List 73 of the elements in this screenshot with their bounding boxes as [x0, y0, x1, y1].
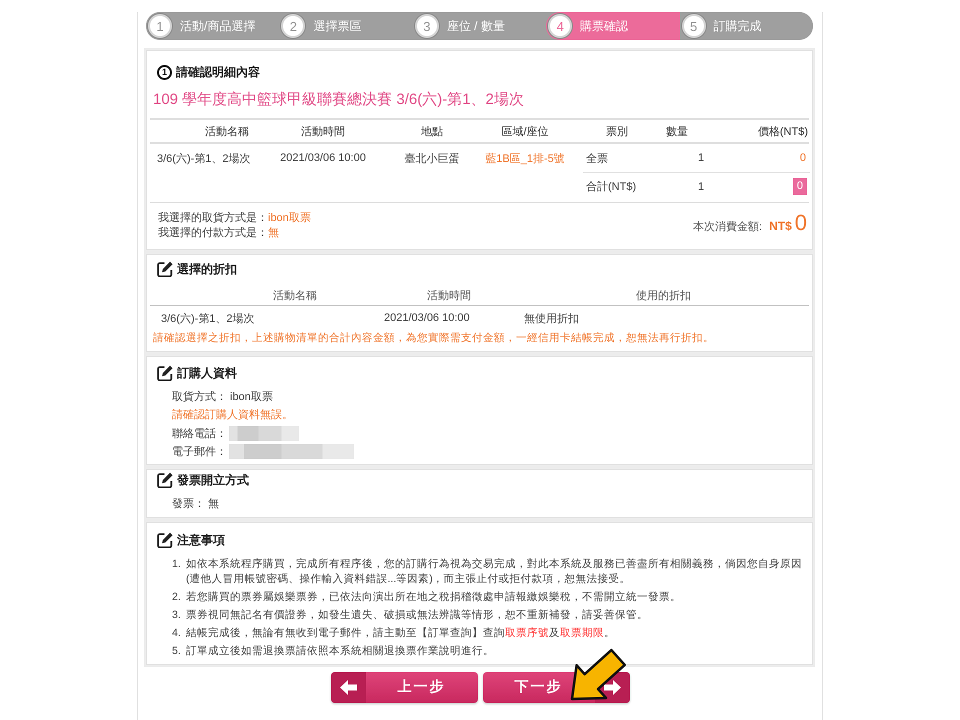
discount-notice: 請確認選擇之折扣，上述購物清單的合計內容金額，為您實際需支付金額，一經信用卡結帳完成，恕無法再行折扣。: [152, 331, 715, 346]
note-text: 結帳完成後，無論有無收到電子郵件，請主動至【訂單查詢】查詢取票序號及取票期限。: [186, 626, 616, 640]
step-label: 訂購完成: [714, 18, 762, 34]
note-text: 訂單成立後如需退換票請依照本系統相關退換票作業說明進行。: [186, 644, 495, 658]
notice-text: 請確認訂購人資料無誤。: [172, 408, 293, 422]
blurred-value: [229, 426, 299, 441]
pickup-value: ibon取票: [268, 212, 311, 224]
note-number: 1.: [172, 556, 182, 572]
step-label: 座位 / 數量: [446, 18, 505, 34]
payment-label: 我選擇的付款方式是：: [158, 227, 268, 239]
table-cell-text: 全票: [585, 152, 609, 166]
section-heading: 發票開立方式: [177, 472, 249, 488]
section-heading: 訂購人資料: [177, 365, 237, 381]
column-header: 票別: [605, 124, 629, 138]
note-text: 若您購買的票券屬娛樂票券，已依法向演出所在地之稅捐稽徵處申請報繳娛樂稅，不需開立統一發票。: [186, 590, 682, 604]
payment-value: 無: [268, 227, 279, 239]
step-number: 5: [682, 14, 706, 38]
column-header: 地點: [420, 124, 444, 138]
field-label: 電子郵件：: [172, 445, 227, 460]
table-cell-text: 0: [798, 152, 807, 164]
heading-number: 1: [157, 64, 172, 80]
note-number: 5.: [172, 644, 182, 658]
field-value: 無: [208, 496, 219, 511]
total-label: 合計(NT$): [586, 180, 636, 194]
field-label: 聯絡電話：: [172, 426, 227, 441]
back-button[interactable]: 上一步: [330, 672, 478, 702]
edit-icon: [157, 472, 173, 488]
table-cell-text: 2021/03/06 10:00: [383, 312, 471, 324]
section-heading: 選擇的折扣: [177, 261, 237, 277]
column-header: 數量: [665, 124, 689, 138]
note-text: 票券視同無記名有價證券，如發生遺失、破損或無法辨識等情形，恕不重新補發，請妥善保管。: [186, 608, 649, 622]
table-cell-text: 2021/03/06 10:00: [279, 152, 367, 164]
section-heading: 請確認明細內容: [176, 64, 260, 80]
table-cell-text: 3/6(六)-第1、2場次: [160, 312, 256, 326]
column-header: 價格(NT$): [756, 124, 809, 138]
section-heading: 注意事項: [177, 532, 225, 548]
column-header: 使用的折扣: [635, 288, 692, 302]
table-cell-text: 3/6(六)-第1、2場次: [156, 152, 252, 166]
total-amount-label: 本次消費金額:: [693, 220, 762, 234]
step-label: 選擇票區: [313, 18, 362, 34]
note-text: 如依本系統程序購買，完成所有程序後，您的訂購行為視為交易完成，對此本系統及服務已善盡所有相關義務，倘因您自身原因(遭他人冒用帳號密碼、操作輸入資料錯誤...等因素)，而主張止付或拒付款項，恕無法接受。: [186, 556, 803, 586]
edit-icon: [157, 365, 173, 381]
amount-currency: NT$: [769, 219, 792, 233]
column-header: 活動名稱: [272, 288, 318, 302]
table-cell-text: 無使用折扣: [523, 312, 580, 326]
field-label: 取貨方式：: [172, 390, 227, 404]
step-label: 活動/商品選擇: [180, 18, 256, 34]
total-price: 0: [792, 178, 807, 195]
column-header: 活動名稱: [204, 124, 250, 138]
note-number: 2.: [172, 590, 182, 604]
edit-icon: [157, 261, 173, 277]
field-label: 發票：: [172, 496, 205, 511]
column-header: 區域/座位: [500, 124, 550, 138]
pointer-arrow-icon: [569, 648, 627, 702]
step-number: 1: [148, 14, 172, 38]
event-title: 109 學年度高中籃球甲級聯賽總決賽 3/6(六)-第1、2場次: [153, 90, 525, 110]
note-number: 3.: [172, 608, 182, 622]
table-cell-text: 藍1B區_1排-5號: [484, 152, 566, 166]
step-number: 3: [414, 14, 439, 38]
total-amount: 0: [794, 212, 807, 234]
arrow-left-icon: [330, 672, 366, 702]
column-header: 活動時間: [300, 124, 346, 138]
note-number: 4.: [172, 626, 182, 640]
table-cell-text: 臺北小巨蛋: [404, 152, 460, 166]
step-number: 4: [548, 14, 572, 38]
step-number: 2: [281, 14, 306, 38]
field-value: ibon取票: [230, 390, 273, 404]
step-label: 購票確認: [580, 18, 628, 34]
column-header: 活動時間: [426, 288, 472, 302]
edit-icon: [157, 532, 173, 548]
total-quantity: 1: [698, 180, 704, 192]
pickup-label: 我選擇的取貨方式是：: [158, 212, 268, 224]
table-cell-text: 1: [696, 152, 706, 164]
